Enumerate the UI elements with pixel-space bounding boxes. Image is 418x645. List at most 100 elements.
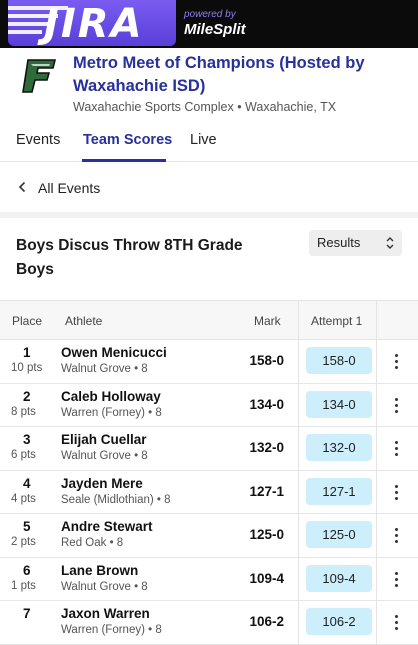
attempt-chip[interactable]: 106-2: [306, 608, 372, 635]
view-select[interactable]: Results: [309, 230, 402, 256]
table-row[interactable]: 7 Jaxon Warren Warren (Forney) • 8 106-2 106…: [0, 601, 418, 645]
all-events-label: All Events: [38, 180, 101, 196]
header-athlete: Athlete: [65, 314, 103, 328]
points: 6 pts: [11, 449, 36, 461]
more-options-icon[interactable]: [389, 352, 405, 370]
athlete-team: Walnut Grove • 8: [61, 580, 148, 593]
athlete-cell: Jaxon Warren Warren (Forney) • 8: [61, 606, 241, 638]
attempt-chip[interactable]: 127-1: [306, 477, 372, 505]
more-options-icon[interactable]: [389, 613, 405, 631]
tab-events[interactable]: Events: [16, 131, 60, 149]
active-tab-indicator: [82, 159, 166, 162]
athlete-team: Red Oak • 8: [61, 537, 124, 549]
meet-title[interactable]: Metro Meet of Champions (Hosted by Waxah…: [73, 52, 403, 98]
more-options-icon[interactable]: [389, 396, 405, 414]
attempt-cell: 134-0: [298, 383, 377, 427]
place-number: 7: [23, 606, 31, 621]
attempt-cell: 109-4: [298, 557, 377, 601]
tab-team-scores[interactable]: Team Scores: [83, 131, 172, 149]
place-number: 4: [23, 475, 31, 491]
more-options-icon[interactable]: [389, 439, 405, 457]
powered-by-label: powered by: [184, 9, 236, 20]
attempt-chip[interactable]: 125-0: [306, 521, 372, 548]
athlete-name[interactable]: Lane Brown: [61, 563, 241, 579]
attempt-chip[interactable]: 158-0: [306, 347, 372, 374]
attempt-cell: 127-1: [298, 470, 377, 514]
points: 1 pts: [11, 579, 36, 592]
header-attempt-1: Attempt 1: [311, 314, 363, 328]
athlete-name[interactable]: Owen Menicucci: [61, 345, 241, 361]
attempt-chip[interactable]: 134-0: [306, 390, 372, 418]
table-row[interactable]: 5 2 pts Andre Stewart Red Oak • 8 125-0 125-0: [0, 514, 418, 558]
mark: 158-0: [249, 353, 284, 368]
milesplit-brand: MileSplit: [184, 21, 246, 38]
more-options-icon[interactable]: [389, 570, 405, 588]
place-cell: 61 pts: [11, 563, 51, 593]
chevron-up-down-icon: [386, 237, 394, 249]
mark: 132-0: [249, 440, 284, 455]
place-cell: 28 pts: [11, 389, 51, 419]
attempt-cell: 158-0: [298, 340, 377, 383]
place-number: 1: [23, 345, 31, 360]
mark: 125-0: [249, 527, 284, 542]
place-number: 5: [23, 519, 31, 534]
meet-header: Metro Meet of Champions (Hosted by Waxah…: [0, 48, 418, 122]
section-divider: [0, 212, 418, 218]
points: 4 pts: [11, 492, 36, 505]
view-select-value: Results: [317, 235, 361, 250]
attempt-cell: 125-0: [298, 514, 377, 557]
mark: 134-0: [249, 396, 284, 412]
place-cell: 3 6 pts: [11, 432, 51, 462]
athlete-team: Walnut Grove • 8: [61, 450, 148, 462]
place-cell: 7: [11, 606, 51, 622]
table-row[interactable]: 28 pts Caleb Holloway Warren (Forney) • 8 1…: [0, 383, 418, 427]
attempt-cell: 132-0: [298, 427, 377, 470]
table-row[interactable]: 44 pts Jayden Mere Seale (Midlothian) • 8 1…: [0, 470, 418, 514]
athlete-team: Seale (Midlothian) • 8: [61, 493, 171, 506]
athlete-cell: Elijah Cuellar Walnut Grove • 8: [61, 432, 241, 464]
athlete-team: Warren (Forney) • 8: [61, 624, 162, 636]
place-number: 2: [23, 388, 31, 404]
place-cell: 44 pts: [11, 476, 51, 506]
tab-live[interactable]: Live: [190, 131, 217, 149]
attempt-chip[interactable]: 109-4: [306, 564, 372, 592]
attempt-chip[interactable]: 132-0: [306, 434, 372, 461]
top-banner: JIRA powered by MileSplit: [0, 0, 418, 48]
attempt-cell: 106-2: [298, 601, 377, 644]
jira-logo[interactable]: JIRA: [8, 0, 176, 46]
more-options-icon[interactable]: [389, 526, 405, 544]
athlete-cell: Andre Stewart Red Oak • 8: [61, 519, 241, 551]
table-row[interactable]: 61 pts Lane Brown Walnut Grove • 8 109-4 109…: [0, 557, 418, 601]
athlete-cell: Jayden Mere Seale (Midlothian) • 8: [61, 476, 241, 508]
more-options-icon[interactable]: [389, 483, 405, 501]
athlete-cell: Lane Brown Walnut Grove • 8: [61, 563, 241, 595]
points: 10 pts: [11, 362, 43, 374]
athlete-team: Warren (Forney) • 8: [61, 406, 162, 419]
jira-logo-text: JIRA: [44, 1, 144, 46]
meet-location: Waxahachie Sports Complex • Waxahachie, …: [73, 100, 337, 114]
place-cell: 5 2 pts: [11, 519, 51, 549]
athlete-name[interactable]: Caleb Holloway: [61, 389, 241, 405]
athlete-name[interactable]: Jayden Mere: [61, 476, 241, 492]
table-header: Place Athlete Mark Attempt 1: [0, 300, 418, 340]
waxahachie-f-logo-icon: [22, 59, 57, 93]
athlete-cell: Caleb Holloway Warren (Forney) • 8: [61, 389, 241, 421]
place-cell: 1 10 pts: [11, 345, 51, 375]
place-number: 3: [23, 432, 31, 447]
event-title: Boys Discus Throw 8TH Grade Boys: [16, 237, 243, 278]
athlete-name[interactable]: Elijah Cuellar: [61, 432, 241, 448]
chevron-left-icon: [18, 181, 26, 193]
athlete-team: Walnut Grove • 8: [61, 363, 148, 375]
mark: 109-4: [249, 570, 284, 586]
table-row[interactable]: 3 6 pts Elijah Cuellar Walnut Grove • 8 132-…: [0, 427, 418, 471]
points: 2 pts: [11, 536, 36, 548]
athlete-name[interactable]: Andre Stewart: [61, 519, 241, 535]
header-mark: Mark: [254, 314, 281, 328]
table-row[interactable]: 1 10 pts Owen Menicucci Walnut Grove • 8 158…: [0, 340, 418, 384]
points: 8 pts: [11, 405, 36, 418]
mark: 127-1: [249, 483, 284, 499]
athlete-name[interactable]: Jaxon Warren: [61, 606, 241, 622]
place-number: 6: [23, 562, 31, 578]
athlete-cell: Owen Menicucci Walnut Grove • 8: [61, 345, 241, 377]
all-events-link[interactable]: All Events: [0, 172, 418, 204]
